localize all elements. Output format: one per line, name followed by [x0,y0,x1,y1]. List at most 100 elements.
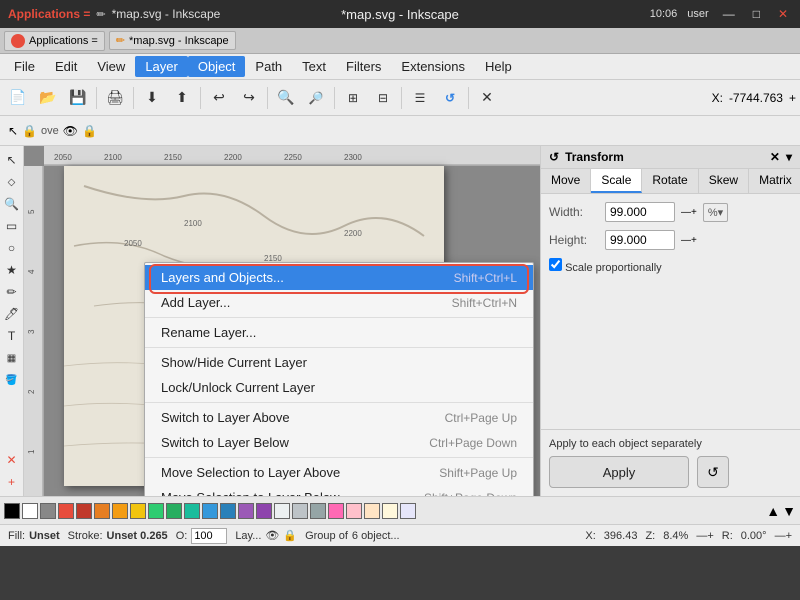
menu-item-add-layer[interactable]: Add Layer... Shift+Ctrl+N [145,290,533,315]
transform-title: Transform [565,150,624,164]
color-darkpurple[interactable] [256,503,272,519]
zoom-tool[interactable]: 🔍 [2,194,22,214]
color-pink[interactable] [328,503,344,519]
import-btn[interactable]: ⬇ [138,84,166,112]
menu-item-show-hide-layer[interactable]: Show/Hide Current Layer [145,350,533,375]
menu-extensions[interactable]: Extensions [391,56,475,77]
selection-text: Group of [305,530,348,542]
zoom-out-btn[interactable]: 🔎 [302,84,330,112]
reset-button[interactable]: ↺ [697,456,729,488]
menu-item-lock-layer[interactable]: Lock/Unlock Current Layer [145,375,533,400]
color-blue[interactable] [202,503,218,519]
maximize-btn[interactable]: □ [749,7,764,21]
color-medgray[interactable] [310,503,326,519]
menu-edit[interactable]: Edit [45,56,87,77]
color-lightpink[interactable] [346,503,362,519]
color-arrow-down[interactable]: ▼ [782,503,796,519]
color-purple[interactable] [238,503,254,519]
circle-tool[interactable]: ○ [2,238,22,258]
color-white[interactable] [22,503,38,519]
menu-path[interactable]: Path [245,56,292,77]
gradient-tool[interactable]: ▦ [2,348,22,368]
tab-skew[interactable]: Skew [699,169,749,193]
color-darkred[interactable] [76,503,92,519]
color-lightgray[interactable] [274,503,290,519]
color-cream[interactable] [382,503,398,519]
plus-icon[interactable]: + [2,472,22,492]
align-btn[interactable]: ☰ [406,84,434,112]
color-black[interactable] [4,503,20,519]
color-bisque[interactable] [364,503,380,519]
menu-item-rename-layer[interactable]: Rename Layer... [145,320,533,345]
export-btn[interactable]: ⬆ [168,84,196,112]
eye-icon: 👁 [63,124,78,138]
open-btn[interactable]: 📂 [34,84,62,112]
print-btn[interactable]: 🖨 [101,84,129,112]
menu-object[interactable]: Object [188,56,246,77]
color-red[interactable] [58,503,74,519]
save-btn[interactable]: 💾 [64,84,92,112]
taskbar-app-item[interactable]: Applications = [4,31,105,51]
color-silver[interactable] [292,503,308,519]
taskbar-inkscape-item[interactable]: ✏ *map.svg - Inkscape [109,31,236,50]
menu-item-move-sel-below[interactable]: Move Selection to Layer Below Shift+Page… [145,485,533,496]
color-gray[interactable] [40,503,56,519]
pencil-tool[interactable]: ✏ [2,282,22,302]
panel-menu-icon[interactable]: ▾ [786,150,792,164]
svg-text:2: 2 [27,389,36,394]
tab-scale[interactable]: Scale [591,169,642,193]
menu-layer[interactable]: Layer [135,56,188,77]
pen-tool[interactable]: 🖊 [2,304,22,324]
fill-tool[interactable]: 🪣 [2,370,22,390]
minimize-btn[interactable]: — [719,7,739,21]
panel-close-icon[interactable]: ✕ [770,150,780,164]
transform-btn[interactable]: ↺ [436,84,464,112]
tab-matrix[interactable]: Matrix [749,169,800,193]
tab-move[interactable]: Move [541,169,591,193]
zoom-in-btn[interactable]: 🔍 [272,84,300,112]
close-btn[interactable]: ✕ [774,7,792,21]
star-tool[interactable]: ★ [2,260,22,280]
color-orange[interactable] [94,503,110,519]
redo-btn[interactable]: ↪ [235,84,263,112]
close-icon[interactable]: ✕ [2,450,22,470]
menu-item-move-sel-above[interactable]: Move Selection to Layer Above Shift+Page… [145,460,533,485]
color-darkgreen[interactable] [166,503,182,519]
menu-item-switch-above[interactable]: Switch to Layer Above Ctrl+Page Up [145,405,533,430]
new-btn[interactable]: 📄 [4,84,32,112]
menu-file[interactable]: File [4,56,45,77]
text-tool[interactable]: T [2,326,22,346]
snap2-btn[interactable]: ⊟ [369,84,397,112]
coord-display: X: -7744.763 + [712,91,796,105]
width-unit-select[interactable]: %▾ [703,203,728,222]
height-input[interactable] [605,230,675,250]
r-plus-minus-icon: —+ [775,530,792,542]
canvas-area[interactable]: 2050 2100 2150 2200 2250 2300 5 4 3 2 1 [24,146,540,496]
menu-text[interactable]: Text [292,56,336,77]
close-panel-btn[interactable]: ✕ [473,84,501,112]
width-input[interactable] [605,202,675,222]
color-teal[interactable] [184,503,200,519]
scale-proportionally-checkbox[interactable] [549,258,562,271]
color-lavender[interactable] [400,503,416,519]
tab-rotate[interactable]: Rotate [642,169,698,193]
rect-tool[interactable]: ▭ [2,216,22,236]
snap-btn[interactable]: ⊞ [339,84,367,112]
plus-icon: + [789,91,796,105]
menu-view[interactable]: View [87,56,135,77]
color-green[interactable] [148,503,164,519]
color-arrow-up[interactable]: ▲ [766,503,780,519]
node-tool[interactable]: ◇ [2,172,22,192]
color-darkblue[interactable] [220,503,236,519]
menu-item-layers-objects[interactable]: Layers and Objects... Shift+Ctrl+L [145,265,533,290]
apply-button[interactable]: Apply [549,456,689,488]
menu-item-switch-below[interactable]: Switch to Layer Below Ctrl+Page Down [145,430,533,455]
color-yellow-orange[interactable] [112,503,128,519]
item-shortcut: Shift+Ctrl+L [454,271,517,285]
undo-btn[interactable]: ↩ [205,84,233,112]
opacity-input[interactable] [191,528,227,544]
color-yellow[interactable] [130,503,146,519]
menu-filters[interactable]: Filters [336,56,391,77]
select-tool[interactable]: ↖ [2,150,22,170]
menu-help[interactable]: Help [475,56,522,77]
